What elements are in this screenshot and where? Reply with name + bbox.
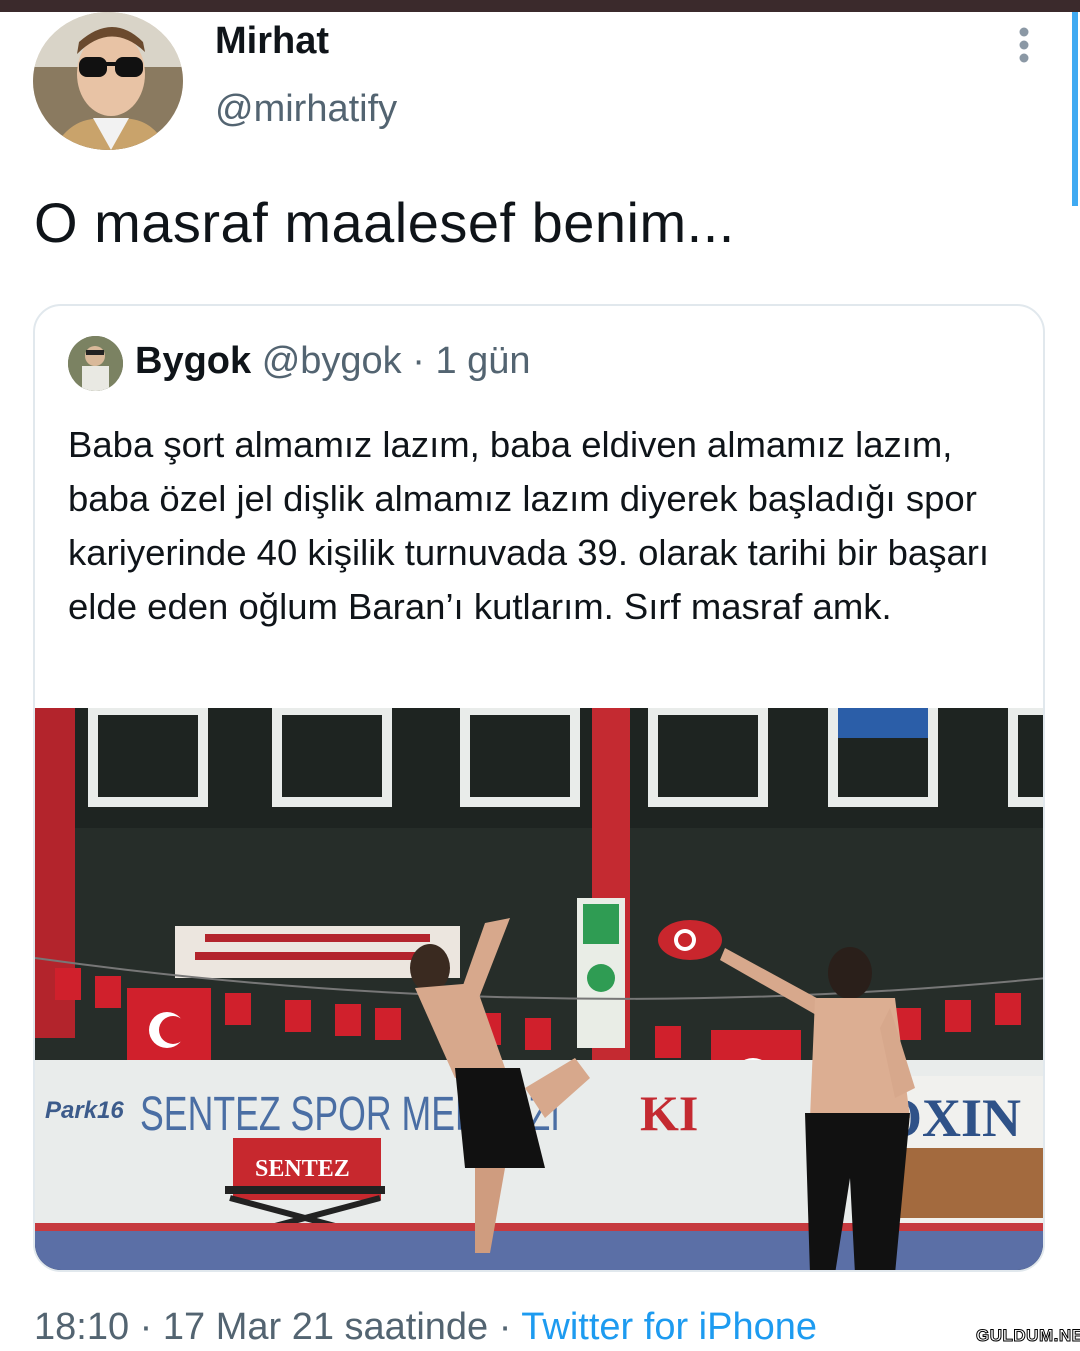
header-separator: · — [412, 340, 425, 382]
author-handle[interactable]: @mirhatify — [215, 88, 397, 131]
status-strip — [0, 0, 1080, 12]
tweet-source-link[interactable]: Twitter for iPhone — [521, 1306, 817, 1348]
quoted-author-avatar[interactable] — [68, 336, 123, 391]
tweet-date[interactable]: 17 Mar 21 saatinde — [163, 1306, 488, 1348]
watermark: GULDUM.NET — [975, 1326, 1080, 1346]
quoted-tweet-header: Bygok @bygok · 1 gün — [135, 340, 531, 383]
wall-sign-ki: KI — [640, 1085, 698, 1141]
tweet-metadata: 18:10 · 17 Mar 21 saatinde · Twitter for… — [34, 1306, 817, 1349]
more-vertical-icon[interactable] — [1012, 26, 1036, 66]
author-display-name[interactable]: Mirhat — [215, 20, 329, 63]
tweet-text: O masraf maalesef benim... — [34, 191, 735, 254]
footer-separator: · — [498, 1306, 512, 1348]
quoted-tweet-media[interactable]: Park16 SENTEZ SPOR MERKEZI KI OXIN SENTE… — [35, 708, 1043, 1270]
park-logo-text: Park16 — [45, 1097, 124, 1124]
quoted-tweet-card[interactable]: Bygok @bygok · 1 gün Baba şort almamız l… — [33, 304, 1045, 1272]
quoted-tweet-time[interactable]: 1 gün — [435, 340, 530, 382]
author-avatar[interactable] — [33, 12, 183, 150]
quoted-author-handle[interactable]: @bygok — [262, 340, 402, 382]
footer-separator: · — [139, 1306, 153, 1348]
tweet-time[interactable]: 18:10 — [34, 1306, 129, 1348]
quoted-tweet-text: Baba şort almamız lazım, baba eldiven al… — [68, 424, 990, 627]
bench-sign-text: SENTEZ — [255, 1156, 350, 1182]
quoted-author-name[interactable]: Bygok — [135, 340, 251, 382]
scroll-indicator[interactable] — [1072, 12, 1078, 206]
